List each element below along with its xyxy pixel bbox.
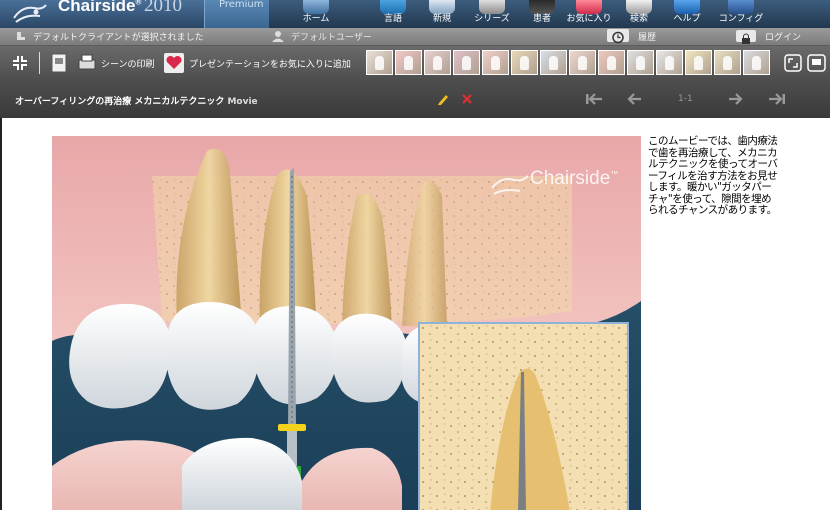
heart-icon[interactable]	[164, 53, 184, 73]
premium-tab[interactable]: Premium	[204, 0, 269, 28]
nav-patient[interactable]: 患者	[522, 0, 562, 28]
print-icon[interactable]	[78, 54, 96, 72]
scene-thumbnail[interactable]	[569, 50, 596, 75]
movie-frame[interactable]: Chairside™	[52, 136, 641, 510]
movie-description: このムービーでは、歯内療法で歯を再治療して、メカニカルテクニックを使ってオーバー…	[648, 135, 778, 216]
content-edge	[0, 118, 2, 510]
last-page-icon[interactable]	[768, 93, 786, 105]
tooth-icon	[549, 56, 558, 70]
tooth-icon	[665, 56, 674, 70]
previous-page-icon[interactable]	[626, 93, 642, 105]
favorites-icon	[576, 0, 602, 14]
login-label[interactable]: ログイン	[765, 30, 801, 43]
config-icon	[728, 0, 754, 14]
series-icon	[479, 0, 505, 14]
first-page-icon[interactable]	[585, 93, 603, 105]
scene-thumbnail[interactable]	[453, 50, 480, 75]
scene-thumbnail[interactable]	[424, 50, 451, 75]
print-scene-button[interactable]: シーンの印刷	[101, 57, 155, 70]
closeup-image	[420, 324, 627, 510]
tooth-icon	[723, 56, 732, 70]
nav-config[interactable]: コンフィグ	[718, 0, 764, 28]
tooth-icon	[752, 56, 761, 70]
delete-icon[interactable]	[462, 94, 472, 104]
tooth-icon	[578, 56, 587, 70]
scene-thumbnail[interactable]	[482, 50, 509, 75]
tooth-icon	[404, 56, 413, 70]
client-status: デフォルトクライアントが選択されました	[33, 33, 204, 43]
nav-language[interactable]: 言語	[373, 0, 413, 28]
tooth-icon	[375, 56, 384, 70]
tooth-icon	[462, 56, 471, 70]
user-icon	[272, 31, 284, 42]
add-favorite-button[interactable]: プレゼンテーションをお気に入りに追加	[189, 57, 351, 70]
brand-year: 2010	[144, 0, 182, 16]
premium-label: Premium	[219, 0, 264, 10]
scene-thumbnail[interactable]	[656, 50, 683, 75]
tooth-icon	[433, 56, 442, 70]
nav-help[interactable]: ヘルプ	[667, 0, 707, 28]
scene-thumbnail[interactable]	[511, 50, 538, 75]
next-page-icon[interactable]	[728, 93, 744, 105]
scene-thumbnail[interactable]	[743, 50, 770, 75]
scene-thumbnail[interactable]	[598, 50, 625, 75]
scene-thumbnail[interactable]	[540, 50, 567, 75]
collapse-icon[interactable]	[11, 54, 29, 72]
scene-thumbnail[interactable]	[714, 50, 741, 75]
help-icon	[674, 0, 700, 14]
edit-pencil-icon[interactable]	[437, 93, 449, 105]
history-label[interactable]: 履歴	[638, 30, 656, 43]
closeup-inset	[418, 322, 629, 510]
toolbar-divider	[39, 52, 40, 74]
chair-icon	[17, 32, 25, 40]
nav-new[interactable]: 新規	[422, 0, 462, 28]
tooth-icon	[636, 56, 645, 70]
nav-search[interactable]: 検索	[619, 0, 659, 28]
nav-home[interactable]: ホーム	[296, 0, 336, 28]
fullscreen-icon[interactable]	[784, 54, 802, 72]
scene-thumbnail[interactable]	[395, 50, 422, 75]
scene-thumbnail[interactable]	[685, 50, 712, 75]
history-button[interactable]	[607, 29, 629, 44]
status-bar: デフォルトクライアントが選択されました デフォルトユーザー 履歴 ログイン	[0, 28, 830, 46]
nav-series[interactable]: シリーズ	[470, 0, 514, 28]
app-header: Chairside® 2010 Premium ホーム 言語 新規 シリーズ 患…	[0, 0, 830, 28]
new-icon	[429, 0, 455, 14]
present-icon[interactable]	[807, 54, 826, 72]
brand-area: Chairside® 2010 Premium	[0, 0, 269, 28]
tooth-icon	[607, 56, 616, 70]
movie-titlebar: オーバーフィリングの再治療 メカニカルテクニック Movie 1-1	[0, 80, 830, 118]
clock-icon	[612, 31, 624, 44]
language-icon	[380, 0, 406, 14]
user-status: デフォルトユーザー	[291, 33, 372, 43]
brand-name: Chairside®	[58, 0, 142, 15]
scene-thumbnail[interactable]	[366, 50, 393, 75]
movie-title: オーバーフィリングの再治療 メカニカルテクニック Movie	[15, 97, 258, 107]
nav-favorites[interactable]: お気に入り	[564, 0, 614, 28]
patient-icon	[529, 0, 555, 14]
document-icon[interactable]	[50, 53, 68, 73]
lock-icon	[742, 33, 750, 44]
scene-toolbar: シーンの印刷 プレゼンテーションをお気に入りに追加	[0, 46, 830, 80]
login-button[interactable]	[736, 30, 756, 44]
search-icon	[626, 0, 652, 14]
tooth-icon	[694, 56, 703, 70]
page-indicator: 1-1	[678, 94, 693, 104]
tooth-icon	[491, 56, 500, 70]
scene-thumbnail[interactable]	[627, 50, 654, 75]
chair-logo-icon	[13, 4, 47, 23]
tooth-icon	[520, 56, 529, 70]
home-icon	[303, 0, 329, 14]
chairside-watermark: Chairside™	[530, 168, 619, 189]
